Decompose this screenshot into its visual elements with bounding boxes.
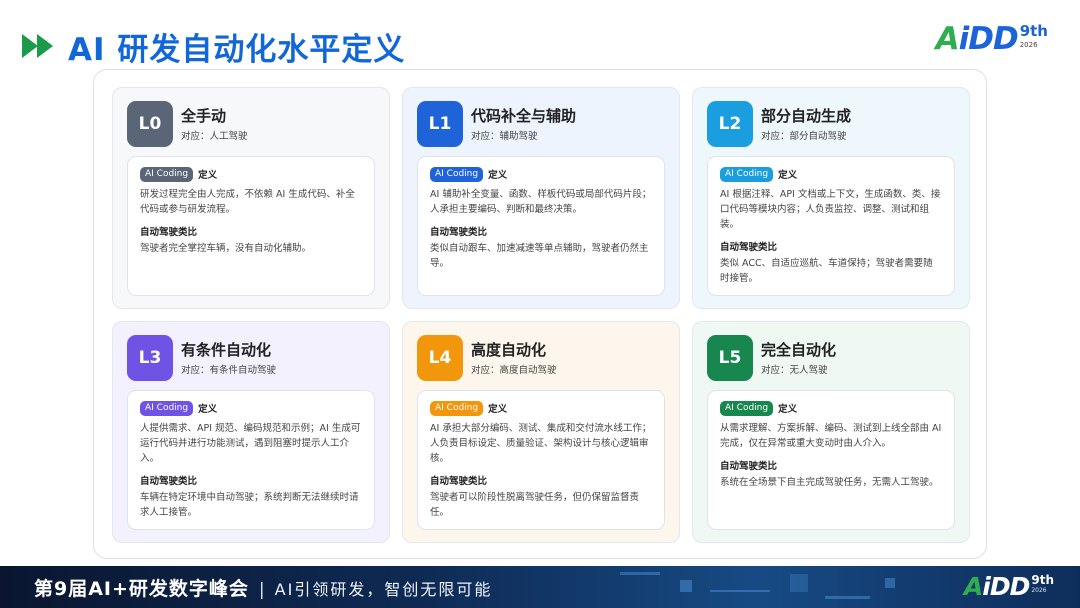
level-badge: L2 (707, 101, 753, 147)
ai-coding-tag: AI Coding (720, 401, 774, 416)
definition-label: 定义 (198, 170, 218, 182)
level-badge: L0 (127, 101, 173, 147)
analogy-text: 驾驶者完全掌控车辆，没有自动化辅助。 (140, 242, 312, 254)
analogy-text: 驾驶者可以阶段性脱离驾驶任务，但仍保留监督责任。 (430, 491, 640, 518)
aidd-logo-footer: AiDD 9th 2026 (963, 572, 1054, 601)
level-correspond: 对应：部分自动驾驶 (761, 131, 847, 142)
conference-name: 第9届AI+研发数字峰会 (34, 578, 249, 600)
level-detail-box: AI Coding 定义 人提供需求、API 规范、编码规范和示例；AI 生成可… (127, 390, 375, 530)
level-detail-box: AI Coding 定义 AI 辅助补全变量、函数、样板代码或局部代码片段；人承… (417, 156, 665, 296)
level-card-l2: L2 部分自动生成 对应：部分自动驾驶 AI Coding 定义 AI 根据注释… (692, 87, 970, 309)
definition-label: 定义 (778, 404, 798, 416)
analogy-text: 系统在全场景下自主完成驾驶任务，无需人工驾驶。 (720, 476, 939, 488)
analogy-text: 车辆在特定环境中自动驾驶；系统判断无法继续时请求人工接管。 (140, 491, 359, 518)
ai-coding-tag: AI Coding (720, 167, 774, 182)
level-card-l5: L5 完全自动化 对应：无人驾驶 AI Coding 定义 从需求理解、方案拆解… (692, 321, 970, 543)
level-card-l3: L3 有条件自动化 对应：有条件自动驾驶 AI Coding 定义 人提供需求、… (112, 321, 390, 543)
analogy-label: 自动驾驶类比 (430, 475, 488, 487)
level-name: 代码补全与辅助 (471, 107, 577, 125)
level-detail-box: AI Coding 定义 AI 根据注释、API 文档或上下文，生成函数、类、接… (707, 156, 955, 296)
level-correspond: 对应：高度自动驾驶 (471, 365, 557, 376)
definition-text: 研发过程完全由人完成，不依赖 AI 生成代码、补全代码或参与研发流程。 (140, 188, 355, 215)
level-correspond: 对应：辅助驾驶 (471, 131, 538, 142)
definition-text: 从需求理解、方案拆解、编码、测试到上线全部由 AI 完成，仅在异常或重大变动时由… (720, 422, 942, 449)
definition-label: 定义 (488, 170, 508, 182)
conference-slogan: AI引领研发，智创无限可能 (274, 580, 493, 599)
level-correspond: 对应：有条件自动驾驶 (181, 365, 277, 376)
level-name: 高度自动化 (471, 341, 547, 359)
level-badge: L1 (417, 101, 463, 147)
definition-label: 定义 (778, 170, 798, 182)
level-name: 部分自动生成 (761, 107, 852, 125)
level-card-l1: L1 代码补全与辅助 对应：辅助驾驶 AI Coding 定义 AI 辅助补全变… (402, 87, 680, 309)
level-name: 全手动 (181, 107, 227, 125)
level-badge: L3 (127, 335, 173, 381)
analogy-label: 自动驾驶类比 (720, 241, 778, 253)
logo-year: 2026 (1019, 41, 1038, 49)
analogy-text: 类似 ACC、自适应巡航、车道保持；驾驶者需要随时接管。 (720, 257, 933, 284)
definition-text: AI 辅助补全变量、函数、样板代码或局部代码片段；人承担主要编码、判断和最终决策… (430, 188, 652, 215)
level-detail-box: AI Coding 定义 从需求理解、方案拆解、编码、测试到上线全部由 AI 完… (707, 390, 955, 530)
level-name: 有条件自动化 (181, 341, 272, 359)
double-arrow-icon (22, 32, 56, 60)
level-name: 完全自动化 (761, 341, 837, 359)
title-row: AI 研发自动化水平定义 (22, 24, 405, 68)
definition-label: 定义 (488, 404, 508, 416)
logo-edition: 9th (1019, 22, 1048, 40)
level-correspond: 对应：人工驾驶 (181, 131, 248, 142)
analogy-label: 自动驾驶类比 (430, 226, 488, 238)
tech-decoration (600, 566, 930, 608)
ai-coding-tag: AI Coding (140, 167, 194, 182)
level-badge: L5 (707, 335, 753, 381)
aidd-logo: AiDD 9th 2026 (935, 21, 1048, 57)
ai-coding-tag: AI Coding (430, 401, 484, 416)
definition-label: 定义 (198, 404, 218, 416)
logo-year: 2026 (1031, 587, 1047, 594)
analogy-label: 自动驾驶类比 (720, 460, 778, 472)
level-badge: L4 (417, 335, 463, 381)
definition-text: AI 承担大部分编码、测试、集成和交付流水线工作；人负责目标设定、质量验证、架构… (430, 422, 652, 464)
analogy-text: 类似自动跟车、加速减速等单点辅助，驾驶者仍然主导。 (430, 242, 649, 269)
footer-banner: 第9届AI+研发数字峰会 | AI引领研发，智创无限可能 AiDD 9th 20… (0, 566, 1080, 608)
footer-separator: | (258, 580, 265, 600)
analogy-label: 自动驾驶类比 (140, 226, 198, 238)
analogy-label: 自动驾驶类比 (140, 475, 198, 487)
level-correspond: 对应：无人驾驶 (761, 365, 828, 376)
level-card-l0: L0 全手动 对应：人工驾驶 AI Coding 定义 研发过程完全由人完成，不… (112, 87, 390, 309)
level-detail-box: AI Coding 定义 研发过程完全由人完成，不依赖 AI 生成代码、补全代码… (127, 156, 375, 296)
logo-edition: 9th (1031, 573, 1054, 587)
definition-text: 人提供需求、API 规范、编码规范和示例；AI 生成可运行代码并进行功能测试，遇… (140, 422, 361, 464)
ai-coding-tag: AI Coding (430, 167, 484, 182)
level-card-l4: L4 高度自动化 对应：高度自动驾驶 AI Coding 定义 AI 承担大部分… (402, 321, 680, 543)
levels-panel: L0 全手动 对应：人工驾驶 AI Coding 定义 研发过程完全由人完成，不… (93, 69, 987, 559)
ai-coding-tag: AI Coding (140, 401, 194, 416)
level-detail-box: AI Coding 定义 AI 承担大部分编码、测试、集成和交付流水线工作；人负… (417, 390, 665, 530)
page-title: AI 研发自动化水平定义 (68, 31, 406, 68)
definition-text: AI 根据注释、API 文档或上下文，生成函数、类、接口代码等模块内容；人负责监… (720, 188, 941, 230)
